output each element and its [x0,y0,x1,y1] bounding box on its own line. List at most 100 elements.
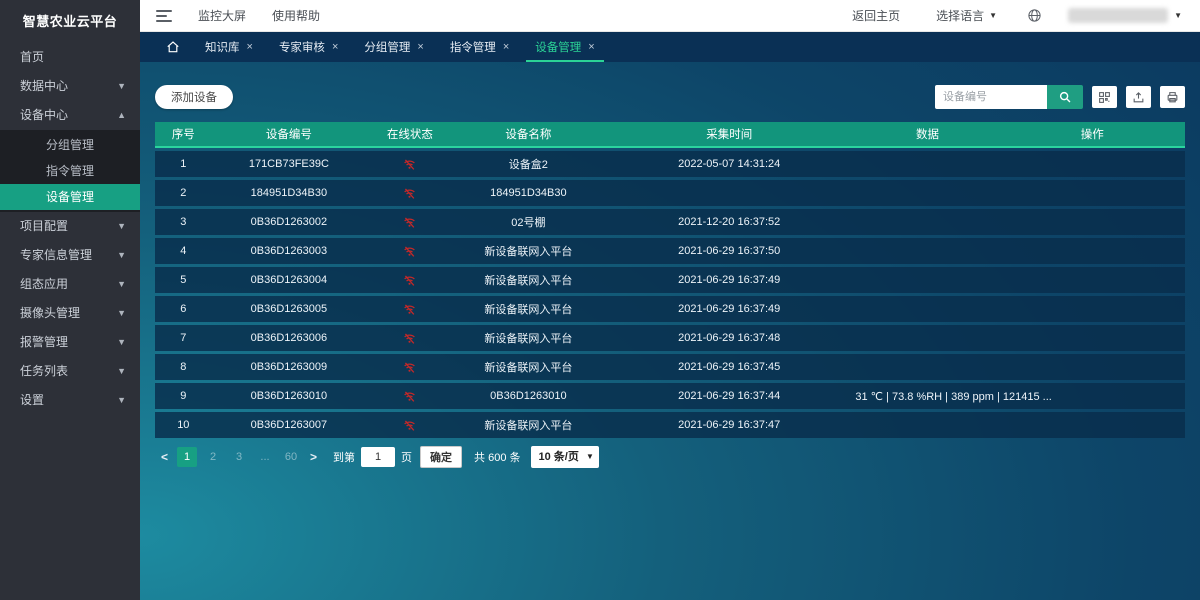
close-tab-icon[interactable] [588,41,594,53]
page-button-60[interactable]: 60 [281,447,301,467]
search-group [935,85,1185,109]
tab-knowledge-base[interactable]: 知识库 [192,32,266,62]
tab-device-mgmt[interactable]: 设备管理 [522,32,607,62]
sidebar-item-project-config[interactable]: 项目配置 [0,212,140,241]
search-input[interactable] [935,85,1047,109]
tab-expert-review[interactable]: 专家审核 [266,32,351,62]
sidebar-item-scada-app[interactable]: 组态应用 [0,270,140,299]
confirm-jump-button[interactable]: 确定 [420,446,462,468]
close-tab-icon[interactable] [503,41,509,53]
sidebar-item-label: 设置 [20,393,44,407]
main-area: 监控大屏 使用帮助 返回主页 选择语言 [140,0,1200,600]
sidebar-item-expert-info[interactable]: 专家信息管理 [0,241,140,270]
col-header-collect-time: 采集时间 [603,126,855,142]
sidebar-item-label: 摄像头管理 [20,306,80,320]
topbar-link-monitor[interactable]: 监控大屏 [198,7,246,24]
chevron-down-icon [586,446,594,468]
sidebar-item-data-center[interactable]: 数据中心 [0,72,140,101]
tab-group-mgmt[interactable]: 分组管理 [351,32,436,62]
sidebar-item-task-list[interactable]: 任务列表 [0,357,140,386]
search-icon [1058,90,1072,104]
user-menu[interactable] [1068,8,1182,23]
search-button[interactable] [1047,85,1083,109]
username-redacted [1068,8,1168,23]
sidebar-item-label: 专家信息管理 [20,248,92,262]
tab-label: 分组管理 [364,39,410,55]
wifi-off-icon [403,361,416,374]
tab-home[interactable] [154,32,192,62]
close-tab-icon[interactable] [247,41,253,53]
cell-status [366,332,454,345]
sidebar-item-label: 首页 [20,50,44,64]
sidebar-subitem-device-mgmt[interactable]: 设备管理 [0,184,140,210]
cell-device-name: 新设备联网入平台 [454,301,603,317]
language-dropdown[interactable]: 选择语言 [936,7,997,24]
wifi-off-icon [403,216,416,229]
next-page-button[interactable]: > [304,450,323,464]
jump-to-label: 到第 [333,449,355,465]
collapse-menu-icon[interactable] [156,10,172,22]
page-button-1[interactable]: 1 [177,447,197,467]
wifi-off-icon [403,158,416,171]
table-row: 7 0B36D1263006 新设备联网入平台 2021-06-29 16:37… [155,325,1185,351]
cell-data: 31 ℃ | 73.8 %RH | 389 ppm | 121415 ... [855,390,999,403]
cell-no: 5 [155,274,212,286]
sidebar-subitem-group-mgmt[interactable]: 分组管理 [0,132,140,158]
print-button[interactable] [1160,86,1185,108]
col-header-data: 数据 [855,126,999,142]
cell-status [366,361,454,374]
close-tab-icon[interactable] [417,41,423,53]
table-row: 8 0B36D1263009 新设备联网入平台 2021-06-29 16:37… [155,354,1185,380]
cell-device-id: 0B36D1263004 [212,274,367,286]
cell-device-name: 新设备联网入平台 [454,330,603,346]
cell-no: 2 [155,187,212,199]
cell-device-id: 171CB73FE39C [212,158,367,170]
pagination: < 1 2 3 ... 60 > 到第 页 确定 共 600 条 10 条/页 [155,446,1185,468]
chevron-down-icon [117,357,126,386]
tab-command-mgmt[interactable]: 指令管理 [437,32,522,62]
tab-label: 知识库 [205,39,240,55]
prev-page-button[interactable]: < [155,450,174,464]
sidebar: 智慧农业云平台 首页 数据中心 设备中心 分组管理 指令管理 设备管理 项目配置 [0,0,140,600]
cell-device-id: 0B36D1263002 [212,216,367,228]
sidebar-subitem-command-mgmt[interactable]: 指令管理 [0,158,140,184]
chevron-down-icon [117,212,126,241]
page-size-select[interactable]: 10 条/页 [531,446,599,468]
cell-no: 8 [155,361,212,373]
export-button[interactable] [1126,86,1151,108]
tab-label: 设备管理 [535,39,581,55]
cell-device-name: 新设备联网入平台 [454,272,603,288]
chevron-down-icon [117,328,126,357]
device-table: 序号 设备编号 在线状态 设备名称 采集时间 数据 操作 1 171CB73FE… [155,122,1185,438]
topbar-link-back-home[interactable]: 返回主页 [852,7,900,24]
sidebar-item-alarm-mgmt[interactable]: 报警管理 [0,328,140,357]
total-count-label: 共 600 条 [474,449,520,465]
cell-device-name: 新设备联网入平台 [454,243,603,259]
chevron-down-icon [117,241,126,270]
cell-status [366,274,454,287]
chevron-down-icon [117,386,126,415]
page-size-value: 10 条/页 [539,451,579,463]
tab-label: 专家审核 [279,39,325,55]
cell-device-id: 184951D34B30 [212,187,367,199]
sidebar-item-camera-mgmt[interactable]: 摄像头管理 [0,299,140,328]
sidebar-item-settings[interactable]: 设置 [0,386,140,415]
page-button-2[interactable]: 2 [203,447,223,467]
table-row: 3 0B36D1263002 02号棚 2021-12-20 16:37:52 [155,209,1185,235]
page-button-3[interactable]: 3 [229,447,249,467]
tab-label: 指令管理 [450,39,496,55]
add-device-button[interactable]: 添加设备 [155,85,233,109]
cell-device-id: 0B36D1263005 [212,303,367,315]
wifi-off-icon [403,332,416,345]
jump-page-input[interactable] [361,447,395,467]
cell-device-name: 新设备联网入平台 [454,359,603,375]
wifi-off-icon [403,303,416,316]
sidebar-item-device-center[interactable]: 设备中心 [0,101,140,130]
table-row: 2 184951D34B30 184951D34B30 [155,180,1185,206]
qrcode-button[interactable] [1092,86,1117,108]
sidebar-item-home[interactable]: 首页 [0,43,140,72]
cell-device-name: 184951D34B30 [454,187,603,199]
topbar-link-help[interactable]: 使用帮助 [272,7,320,24]
globe-icon[interactable] [1027,8,1042,23]
close-tab-icon[interactable] [332,41,338,53]
